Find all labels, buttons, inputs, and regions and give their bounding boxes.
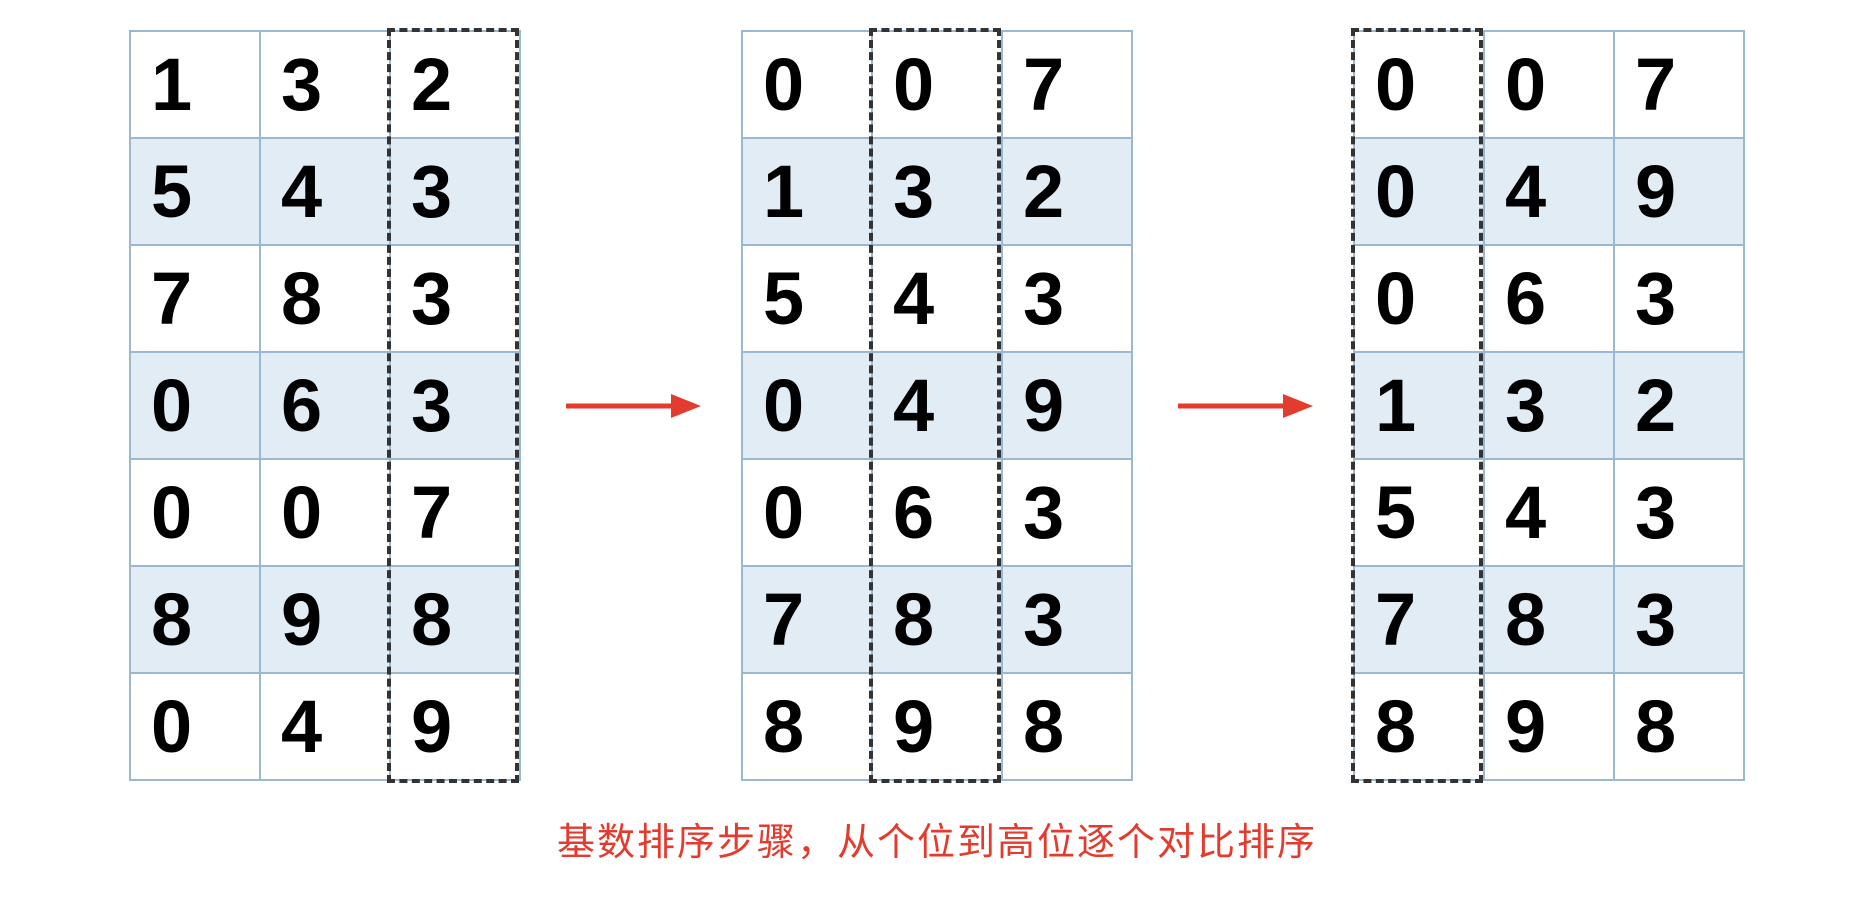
cell: 4 <box>1484 459 1614 566</box>
cell: 0 <box>130 673 260 780</box>
table-row: 0 6 3 <box>1354 245 1744 352</box>
table-3: 0 0 7 0 4 9 0 6 3 1 3 2 5 4 3 <box>1353 30 1745 781</box>
cell: 5 <box>1354 459 1484 566</box>
table-2: 0 0 7 1 3 2 5 4 3 0 4 9 0 6 3 <box>741 30 1133 781</box>
cell: 0 <box>1354 138 1484 245</box>
cell: 9 <box>1614 138 1744 245</box>
table-row: 8 9 8 <box>130 566 520 673</box>
table-row: 1 3 2 <box>130 31 520 138</box>
cell: 6 <box>872 459 1002 566</box>
cell: 9 <box>872 673 1002 780</box>
cell: 3 <box>872 138 1002 245</box>
table-row: 5 4 3 <box>1354 459 1744 566</box>
table-1: 1 3 2 5 4 3 7 8 3 0 6 3 0 0 7 <box>129 30 521 781</box>
table-row: 0 0 7 <box>130 459 520 566</box>
cell: 3 <box>1002 566 1132 673</box>
cell: 7 <box>742 566 872 673</box>
table-row: 0 6 3 <box>742 459 1132 566</box>
cell: 2 <box>1614 352 1744 459</box>
table-wrapper-2: 0 0 7 1 3 2 5 4 3 0 4 9 0 6 3 <box>741 30 1133 781</box>
cell: 5 <box>130 138 260 245</box>
table-row: 7 8 3 <box>1354 566 1744 673</box>
table-row: 0 0 7 <box>1354 31 1744 138</box>
cell: 8 <box>390 566 520 673</box>
cell: 8 <box>1614 673 1744 780</box>
table-row: 0 4 9 <box>130 673 520 780</box>
table-row: 8 9 8 <box>1354 673 1744 780</box>
table-row: 1 3 2 <box>742 138 1132 245</box>
cell: 3 <box>1614 245 1744 352</box>
cell: 9 <box>390 673 520 780</box>
cell: 1 <box>742 138 872 245</box>
arrow-icon <box>1173 386 1313 426</box>
cell: 3 <box>1614 566 1744 673</box>
table-row: 8 9 8 <box>742 673 1132 780</box>
cell: 0 <box>742 352 872 459</box>
table-row: 7 8 3 <box>130 245 520 352</box>
table-row: 0 6 3 <box>130 352 520 459</box>
cell: 8 <box>872 566 1002 673</box>
diagram-container: 1 3 2 5 4 3 7 8 3 0 6 3 0 0 7 <box>0 0 1874 801</box>
cell: 1 <box>1354 352 1484 459</box>
cell: 3 <box>1002 459 1132 566</box>
table-wrapper-1: 1 3 2 5 4 3 7 8 3 0 6 3 0 0 7 <box>129 30 521 781</box>
table-row: 5 4 3 <box>742 245 1132 352</box>
cell: 0 <box>130 352 260 459</box>
cell: 4 <box>260 673 390 780</box>
cell: 6 <box>1484 245 1614 352</box>
cell: 7 <box>1002 31 1132 138</box>
cell: 0 <box>260 459 390 566</box>
cell: 9 <box>1002 352 1132 459</box>
cell: 3 <box>260 31 390 138</box>
cell: 3 <box>1614 459 1744 566</box>
cell: 8 <box>742 673 872 780</box>
cell: 4 <box>872 352 1002 459</box>
cell: 8 <box>1354 673 1484 780</box>
cell: 9 <box>260 566 390 673</box>
table-row: 0 4 9 <box>1354 138 1744 245</box>
cell: 8 <box>260 245 390 352</box>
cell: 3 <box>1002 245 1132 352</box>
table-row: 5 4 3 <box>130 138 520 245</box>
cell: 0 <box>1354 245 1484 352</box>
cell: 7 <box>1354 566 1484 673</box>
cell: 0 <box>1354 31 1484 138</box>
cell: 0 <box>130 459 260 566</box>
cell: 0 <box>872 31 1002 138</box>
cell: 5 <box>742 245 872 352</box>
cell: 3 <box>1484 352 1614 459</box>
table-row: 1 3 2 <box>1354 352 1744 459</box>
caption: 基数排序步骤，从个位到高位逐个对比排序 <box>0 811 1874 866</box>
cell: 1 <box>130 31 260 138</box>
table-row: 7 8 3 <box>742 566 1132 673</box>
cell: 7 <box>390 459 520 566</box>
cell: 2 <box>390 31 520 138</box>
cell: 9 <box>1484 673 1614 780</box>
cell: 7 <box>130 245 260 352</box>
table-row: 0 0 7 <box>742 31 1132 138</box>
cell: 8 <box>1484 566 1614 673</box>
cell: 8 <box>130 566 260 673</box>
cell: 4 <box>1484 138 1614 245</box>
cell: 6 <box>260 352 390 459</box>
table-wrapper-3: 0 0 7 0 4 9 0 6 3 1 3 2 5 4 3 <box>1353 30 1745 781</box>
cell: 8 <box>1002 673 1132 780</box>
cell: 3 <box>390 352 520 459</box>
cell: 4 <box>872 245 1002 352</box>
table-row: 0 4 9 <box>742 352 1132 459</box>
cell: 7 <box>1614 31 1744 138</box>
cell: 0 <box>742 459 872 566</box>
cell: 3 <box>390 138 520 245</box>
cell: 0 <box>742 31 872 138</box>
cell: 2 <box>1002 138 1132 245</box>
cell: 3 <box>390 245 520 352</box>
arrow-icon <box>561 386 701 426</box>
cell: 4 <box>260 138 390 245</box>
cell: 0 <box>1484 31 1614 138</box>
